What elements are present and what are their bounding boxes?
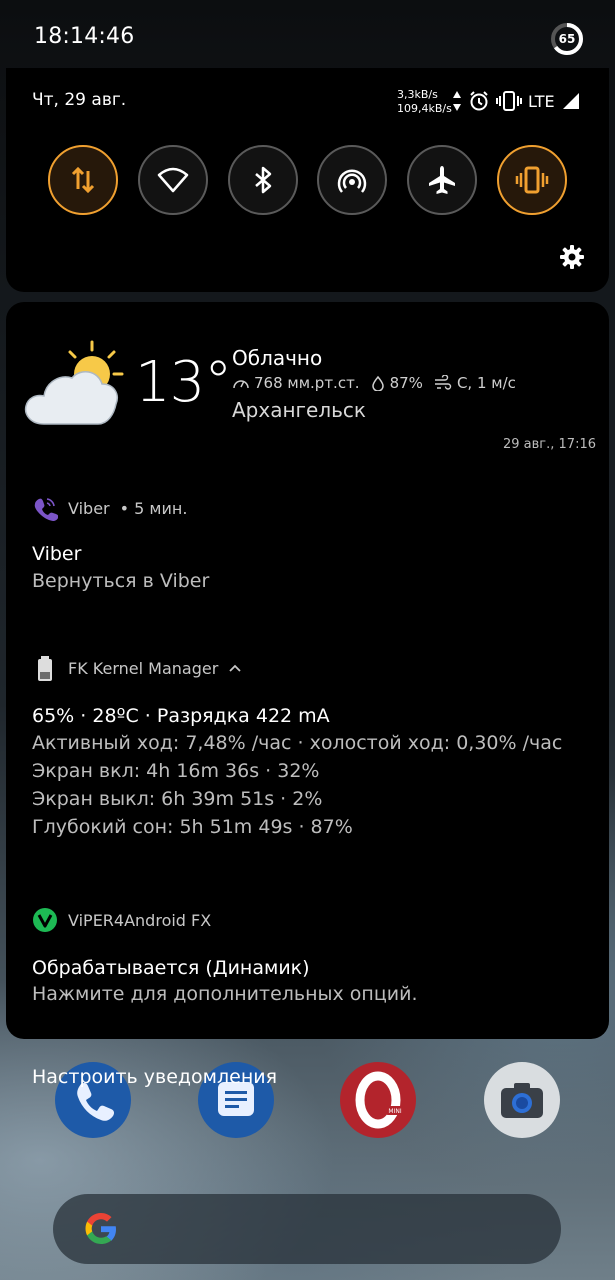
app-name: FK Kernel Manager — [68, 658, 219, 678]
notification-title: Viber — [32, 543, 82, 565]
google-icon — [85, 1213, 116, 1244]
data-activity-icon — [453, 91, 461, 111]
weather-temperature: 13° — [135, 350, 232, 415]
google-search-bar[interactable] — [53, 1194, 561, 1264]
wind-icon — [434, 375, 452, 390]
pressure-gauge-icon — [233, 380, 249, 389]
notification-viber[interactable]: Viber • 5 мин. Viber Вернуться в Viber — [32, 495, 209, 592]
battery-indicator: 65 — [550, 22, 584, 56]
svg-text:MINI: MINI — [388, 1108, 401, 1115]
stat-line: Экран выкл: 6h 39m 51s · 2% — [32, 788, 323, 810]
tile-hotspot[interactable] — [317, 145, 387, 215]
app-name: Viber — [68, 498, 110, 518]
weather-pressure: 768 мм.рт.ст. — [254, 374, 360, 392]
tile-vibrate[interactable] — [497, 145, 567, 215]
upload-speed: 3,3kB/s — [397, 88, 438, 101]
viper-icon — [33, 908, 57, 932]
hotspot-icon — [337, 169, 367, 193]
network-type: LTE — [528, 91, 555, 111]
stat-line: Глубокий сон: 5h 51m 49s · 87% — [32, 816, 353, 838]
notification-fk-kernel[interactable]: FK Kernel Manager 65% · 28ºC · Разрядка … — [32, 655, 562, 838]
notification-text: Вернуться в Viber — [32, 570, 210, 592]
notification-header: FK Kernel Manager — [32, 655, 562, 681]
battery-level-text: 65 — [558, 32, 576, 46]
status-icons: LTE — [452, 90, 581, 112]
notification-time: • 5 мин. — [119, 498, 188, 518]
notification-header: Viber • 5 мин. — [32, 495, 209, 521]
notification-text: Нажмите для дополнительных опций. — [32, 983, 418, 1005]
opera-mini-app-icon[interactable]: MINI — [340, 1062, 416, 1138]
tile-wifi[interactable] — [138, 145, 208, 215]
wifi-icon — [157, 167, 189, 193]
notification-title: Обрабатывается (Динамик) — [32, 957, 310, 979]
chevron-up-icon[interactable] — [228, 663, 242, 673]
manage-notifications-button[interactable]: Настроить уведомления — [32, 1066, 277, 1088]
tile-mobile-data[interactable] — [48, 145, 118, 215]
notification-title: 65% · 28ºC · Разрядка 422 mA — [32, 705, 330, 727]
weather-humidity: 87% — [389, 374, 423, 392]
weather-updated: 29 авг., 17:16 — [503, 437, 596, 452]
network-speed: 3,3kB/s 109,4kB/s — [397, 88, 452, 116]
camera-app-icon[interactable] — [484, 1062, 560, 1138]
weather-condition: Облачно — [232, 346, 323, 370]
tile-airplane-mode[interactable] — [407, 145, 477, 215]
battery-app-icon — [38, 656, 52, 681]
weather-city: Архангельск — [232, 398, 367, 422]
alarm-icon — [470, 91, 488, 111]
notification-header: ViPER4Android FX — [32, 907, 418, 933]
signal-icon — [562, 93, 579, 109]
vibrate-status-icon — [496, 91, 522, 111]
data-arrows-icon — [71, 166, 95, 194]
humidity-drop-icon — [371, 375, 384, 391]
download-speed: 109,4kB/s — [397, 102, 452, 115]
app-name: ViPER4Android FX — [68, 910, 212, 930]
qs-date[interactable]: Чт, 29 авг. — [32, 90, 126, 110]
vibrate-icon — [515, 166, 549, 194]
tile-bluetooth[interactable] — [228, 145, 298, 215]
airplane-icon — [429, 166, 455, 194]
viber-icon — [34, 498, 58, 521]
bluetooth-icon — [255, 166, 272, 194]
stat-line: Экран вкл: 4h 16m 36s · 32% — [32, 760, 320, 782]
notification-viper4android[interactable]: ViPER4Android FX Обрабатывается (Динамик… — [32, 907, 418, 1005]
weather-details: 768 мм.рт.ст. 87% С, 1 м/с — [232, 374, 516, 392]
weather-wind: С, 1 м/с — [456, 374, 516, 392]
settings-gear-icon[interactable] — [558, 243, 586, 271]
status-clock: 18:14:46 — [34, 24, 135, 49]
stat-line: Активный ход: 7,48% /час · холостой ход:… — [32, 732, 563, 754]
partly-cloudy-icon — [24, 340, 124, 425]
